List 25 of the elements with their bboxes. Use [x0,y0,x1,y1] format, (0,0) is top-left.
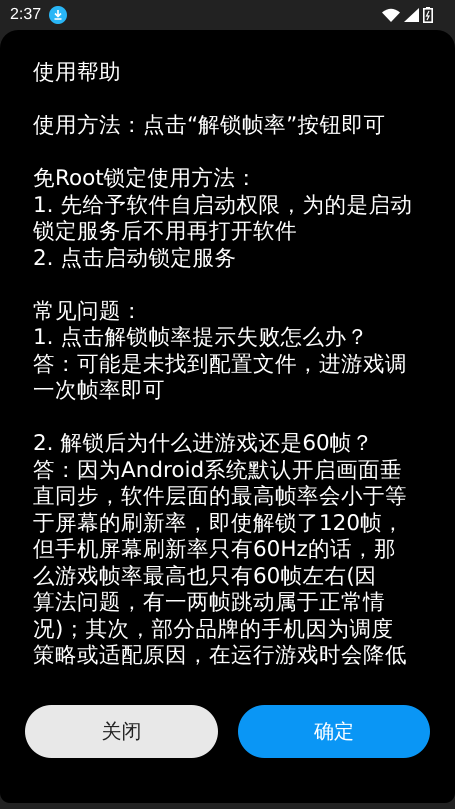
help-text-line: 于屏幕的刷新率，即使解锁了120帧， [33,510,404,537]
help-text-line: 免Root锁定使用方法： [33,166,258,192]
help-text-line: 算法问题，有一两帧跳动属于正常情 [33,590,385,616]
help-text-line: 答：可能是未找到配置文件，进游戏调 [33,352,407,378]
close-button[interactable]: 关闭 [25,705,218,758]
help-text-line: 2. 解锁后为什么进游戏还是60帧？ [33,431,374,458]
help-text-line: 策略或适配原因，在运行游戏时会降低 [33,643,407,670]
help-text-line: 直同步，软件层面的最高帧率会小于等 [33,484,407,510]
signal-icon [404,8,419,22]
help-text-line: 常见问题： [33,298,143,325]
help-text-line: 答：因为Android系统默认开启画面垂 [33,458,402,484]
help-text-line: 2. 点击启动锁定服务 [33,246,236,272]
battery-icon [423,7,433,23]
help-text-line: 一次帧率即可 [33,378,165,404]
help-text-line: 使用方法：点击“解锁帧率”按钮即可 [33,113,386,140]
help-text-line: 况)；其次，部分品牌的手机因为调度 [33,616,394,643]
help-text-line: 1. 点击解锁帧率提示失败怎么办？ [33,325,368,352]
wifi-icon [382,8,400,22]
clock-time: 2:37 [10,6,42,24]
help-text-line: 1. 先给予软件自启动权限，为的是启动 [33,192,412,219]
help-text-line: 么游戏帧率最高也只有60帧左右(因 [33,564,377,590]
dialog-title: 使用帮助 [33,60,121,86]
download-icon [49,6,68,24]
help-text-line: 但手机屏幕刷新率只有60Hz的话，那 [33,537,396,564]
help-text-line: 锁定服务后不用再打开软件 [33,219,297,246]
